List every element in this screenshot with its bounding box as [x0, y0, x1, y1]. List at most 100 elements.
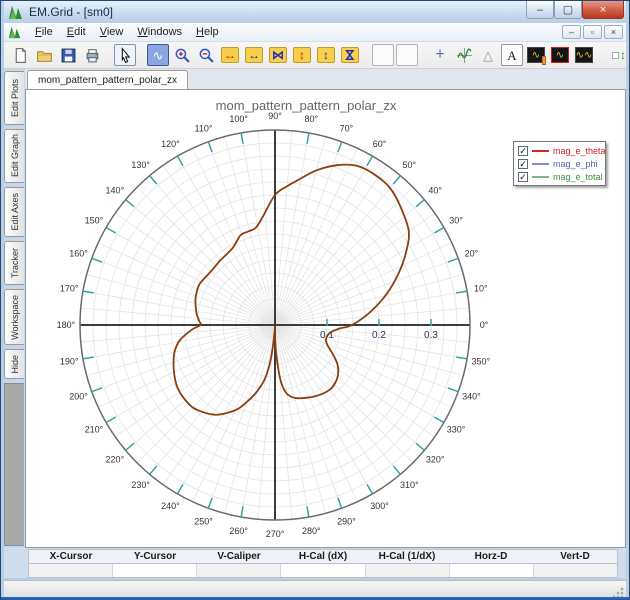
app-window: EM.Grid - [sm0] – ▢ × FileEditViewWindow…: [0, 0, 630, 600]
angle-tick-label: 280°: [302, 526, 321, 536]
angle-tick-label: 180°: [57, 320, 76, 330]
zoom-in-button[interactable]: [171, 44, 193, 66]
angle-tick-label: 40°: [428, 186, 442, 196]
marker-highlight-dark-button[interactable]: ∿: [525, 44, 547, 66]
angle-tick-label: 50°: [403, 160, 417, 170]
menu-view[interactable]: View: [93, 24, 131, 40]
title-bar: EM.Grid - [sm0] – ▢ ×: [4, 1, 626, 23]
caliper-col-vert-d: Vert-D: [533, 550, 617, 563]
legend-checkbox-mag_e_phi[interactable]: ✓: [518, 159, 528, 169]
legend-checkbox-mag_e_theta[interactable]: ✓: [518, 146, 528, 156]
triangle-marker-button[interactable]: △: [477, 44, 499, 66]
angle-tick-label: 290°: [337, 516, 356, 526]
angle-tick-label: 90°: [268, 111, 282, 121]
sidebar-tabs: Edit Plots Edit Graph Edit Axes Tracker Work…: [4, 69, 25, 548]
caliper-value-cell: [281, 564, 365, 577]
caliper-col-h-cal-dx-: H-Cal (dX): [281, 550, 365, 563]
legend-label: mag_e_theta: [553, 146, 606, 156]
caliper-value-cell: [450, 564, 534, 577]
caliper-value-cell: [366, 564, 450, 577]
angle-tick-label: 80°: [304, 114, 318, 124]
angle-tick-label: 240°: [161, 501, 180, 511]
close-button[interactable]: ×: [582, 1, 624, 19]
plot-canvas[interactable]: mom_pattern_pattern_polar_zx 0.10.20.30°…: [25, 89, 626, 548]
fit-y-button[interactable]: ⋈: [339, 44, 361, 66]
caliper-value-cell: [197, 564, 281, 577]
status-text: [4, 586, 10, 597]
expand-y-button[interactable]: ↕: [291, 44, 313, 66]
print-button[interactable]: [81, 44, 103, 66]
mdi-minimize-button[interactable]: –: [562, 25, 581, 39]
radial-tick-label: 0.2: [372, 330, 386, 341]
angle-tick-label: 350°: [472, 356, 491, 366]
shrink-x-button[interactable]: ↔: [243, 44, 265, 66]
vertical-fit-spin-control[interactable]: ↕: [606, 44, 626, 66]
menu-help[interactable]: Help: [189, 24, 226, 40]
angle-tick-label: 270°: [266, 529, 285, 539]
window-title: EM.Grid - [sm0]: [29, 5, 113, 19]
status-bar: [4, 580, 626, 600]
caliper-bar: X-CursorY-CursorV-CaliperH-Cal (dX)H-Cal…: [4, 548, 626, 578]
document-tab-bar: mom_pattern_pattern_polar_zx: [25, 69, 626, 89]
maximize-button[interactable]: ▢: [554, 1, 582, 19]
caliper-value-cell: [534, 564, 617, 577]
empty-box-button[interactable]: [372, 44, 394, 66]
sidebar-tab-edit-plots[interactable]: Edit Plots: [4, 71, 24, 125]
angle-tick-label: 100°: [229, 114, 248, 124]
pointer-tool-button[interactable]: [114, 44, 136, 66]
minimize-button[interactable]: –: [526, 1, 554, 19]
angle-tick-label: 130°: [131, 160, 150, 170]
angle-tick-label: 220°: [106, 454, 125, 464]
angle-tick-label: 190°: [60, 356, 79, 366]
save-file-button[interactable]: [57, 44, 79, 66]
add-marker-button[interactable]: +: [429, 44, 451, 66]
trace-mode-button[interactable]: ∿: [147, 44, 169, 66]
fit-x-button[interactable]: ⋈: [267, 44, 289, 66]
menu-edit[interactable]: Edit: [60, 24, 93, 40]
caliper-col-horz-d: Horz-D: [449, 550, 533, 563]
sidebar-tab-workspace[interactable]: Workspace: [4, 289, 24, 345]
sidebar-tab-edit-axes[interactable]: Edit Axes: [4, 187, 24, 237]
sidebar-tab-edit-graph[interactable]: Edit Graph: [4, 129, 24, 183]
zoom-out-button[interactable]: [195, 44, 217, 66]
empty-box-button-2[interactable]: [396, 44, 418, 66]
document-icon[interactable]: [8, 25, 22, 39]
sidebar-tab-tracker[interactable]: Tracker: [4, 241, 24, 285]
toolbar: ∿↔↔⋈↕↕⋈+△A∿∿∿∿↕↔Layout: [4, 42, 626, 69]
legend-item-mag_e_theta: ✓mag_e_theta: [518, 144, 601, 157]
angle-tick-label: 140°: [106, 186, 125, 196]
angle-tick-label: 210°: [85, 425, 104, 435]
axes-wave-button[interactable]: [453, 44, 475, 66]
mdi-restore-button[interactable]: ▫: [583, 25, 602, 39]
angle-tick-label: 160°: [69, 249, 88, 259]
radial-tick-label: 0.3: [424, 330, 438, 341]
legend-checkbox-mag_e_total[interactable]: ✓: [518, 172, 528, 182]
angle-tick-label: 320°: [426, 454, 445, 464]
expand-x-button[interactable]: ↔: [219, 44, 241, 66]
caliper-value-cell: [29, 564, 113, 577]
open-file-button[interactable]: [33, 44, 55, 66]
shrink-y-button[interactable]: ↕: [315, 44, 337, 66]
angle-tick-label: 250°: [194, 516, 213, 526]
menu-file[interactable]: File: [28, 24, 60, 40]
new-file-button[interactable]: [9, 44, 31, 66]
trace-color-dark-button[interactable]: ∿: [549, 44, 571, 66]
angle-tick-label: 200°: [69, 391, 88, 401]
caliper-col-h-cal-1-dx-: H-Cal (1/dX): [365, 550, 449, 563]
legend-line-sample: [532, 163, 549, 165]
resize-grip[interactable]: [612, 587, 624, 599]
text-annotation-button[interactable]: A: [501, 44, 523, 66]
caliper-value-cell: [113, 564, 197, 577]
multi-trace-dark-button[interactable]: ∿∿: [573, 44, 595, 66]
angle-tick-label: 260°: [229, 526, 248, 536]
angle-tick-label: 330°: [447, 425, 466, 435]
angle-tick-label: 10°: [474, 284, 488, 294]
tab-mom-pattern-polar-zx[interactable]: mom_pattern_pattern_polar_zx: [27, 70, 188, 89]
mdi-close-button[interactable]: ×: [604, 25, 623, 39]
legend-item-mag_e_total: ✓mag_e_total: [518, 170, 601, 183]
sidebar-tab-hide[interactable]: Hide: [4, 349, 24, 379]
caliper-col-y-cursor: Y-Cursor: [113, 550, 197, 563]
angle-tick-label: 340°: [462, 391, 481, 401]
angle-tick-label: 70°: [340, 124, 354, 134]
menu-windows[interactable]: Windows: [130, 24, 189, 40]
